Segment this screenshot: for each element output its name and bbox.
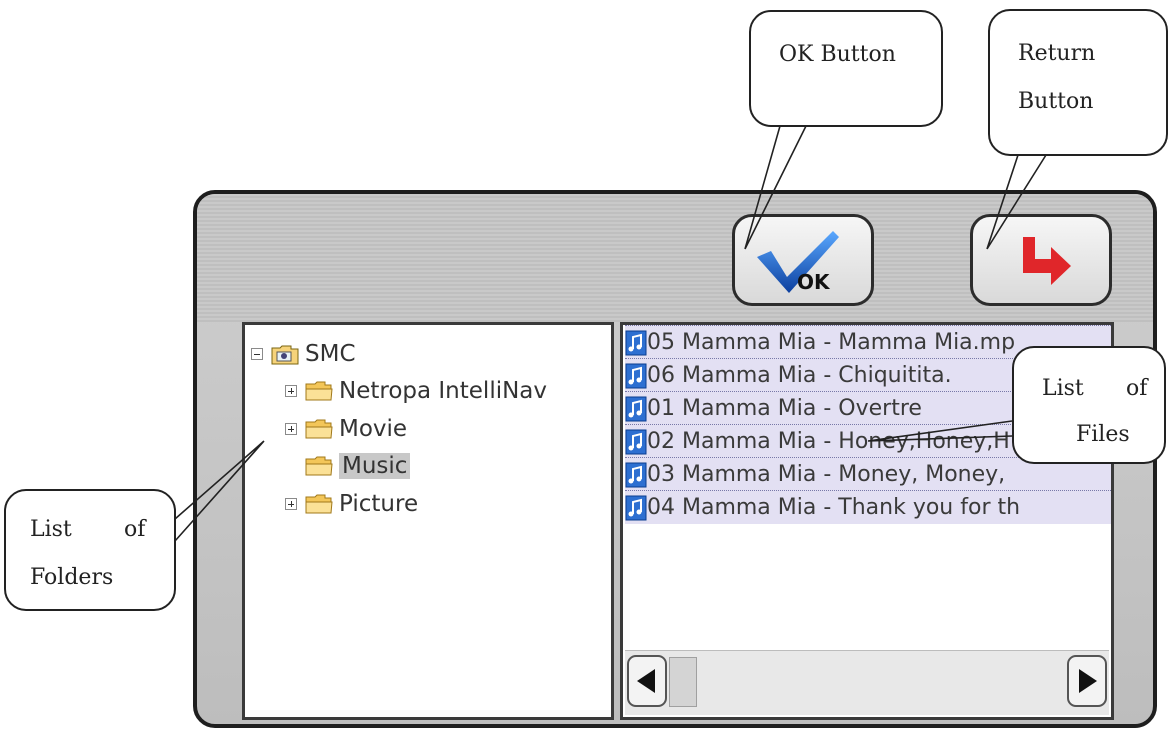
callout-text: List <box>1042 376 1084 401</box>
files-callout: List of Files <box>1012 346 1166 464</box>
callout-text: Folders <box>30 565 114 590</box>
ok-callout-pointer <box>744 125 807 250</box>
callout-text: of <box>124 517 146 542</box>
callout-text: Files <box>1076 422 1130 447</box>
callout-text: Button <box>1018 89 1094 114</box>
callout-text: List <box>30 517 72 542</box>
folders-callout: List of Folders <box>4 489 176 611</box>
ok-button-callout: OK Button <box>749 10 943 127</box>
folders-callout-pointer <box>174 440 265 542</box>
return-callout-pointer <box>986 154 1047 250</box>
return-button-callout: Return Button <box>988 9 1168 156</box>
callout-text: of <box>1126 376 1148 401</box>
callout-text: Return <box>1018 41 1096 66</box>
callout-text: OK Button <box>779 42 896 67</box>
files-callout-pointer <box>867 420 1013 442</box>
